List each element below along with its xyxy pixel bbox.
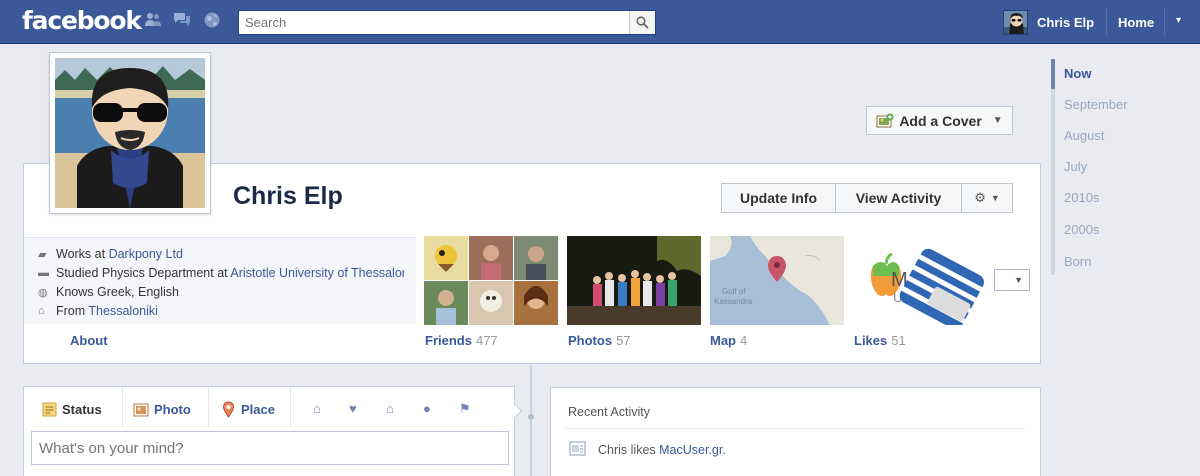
nav-divider: [1164, 8, 1165, 36]
friends-label[interactable]: Friends 477: [425, 333, 498, 348]
timeline-scrubber-indicator: [1051, 59, 1055, 89]
liked-page-link[interactable]: MacUser.gr.: [659, 443, 726, 457]
profile-action-buttons: Update Info View Activity ⚙ ▼: [721, 183, 1013, 213]
home-icon: ⌂: [38, 305, 45, 317]
account-menu-arrow-icon[interactable]: ▾: [1176, 15, 1181, 26]
chevron-down-icon: ▼: [992, 115, 1003, 126]
info-education: ▬ Studied Physics Department at Aristotl…: [38, 266, 404, 280]
svg-text:Gulf of: Gulf of: [722, 287, 746, 296]
tab-divider: [122, 387, 123, 427]
profile-name: Chris Elp: [233, 182, 343, 210]
facebook-logo[interactable]: facebook: [22, 6, 142, 35]
gear-icon: ⚙: [974, 190, 986, 205]
employer-link[interactable]: Darkpony Ltd: [109, 247, 183, 261]
timeline-item-august[interactable]: August: [1064, 128, 1104, 143]
search-button[interactable]: [629, 11, 655, 34]
chevron-down-icon: ▼: [1014, 275, 1023, 285]
search-box[interactable]: [238, 10, 656, 35]
more-sections-dropdown[interactable]: ▼: [994, 269, 1030, 291]
view-activity-button[interactable]: View Activity: [836, 184, 962, 212]
profile-picture: [55, 58, 205, 208]
likes-count: 51: [891, 333, 906, 348]
map-thumbnail[interactable]: Gulf of Kassandra: [710, 236, 844, 325]
likes-label[interactable]: Likes 51: [854, 333, 906, 348]
status-input[interactable]: [31, 431, 509, 465]
photo-icon: [876, 113, 894, 127]
svg-text:Kassandra: Kassandra: [714, 297, 753, 306]
timeline-item-2010s[interactable]: 2010s: [1064, 190, 1099, 205]
map-label[interactable]: Map 4: [710, 333, 747, 348]
tab-status[interactable]: Status: [42, 397, 102, 421]
life-event-health-icon[interactable]: ●: [423, 401, 431, 416]
user-profile-link[interactable]: Chris Elp: [1037, 15, 1094, 30]
briefcase-icon: ▰: [38, 249, 47, 261]
top-navigation-bar: facebook Chris Elp Home ▾: [0, 0, 1200, 44]
graduation-cap-icon: ▬: [38, 267, 49, 279]
add-cover-label: Add a Cover: [899, 112, 982, 129]
map-count: 4: [740, 333, 748, 348]
timeline-item-2000s[interactable]: 2000s: [1064, 222, 1099, 237]
info-languages: ◍ Knows Greek, English: [38, 285, 179, 299]
recent-activity-title: Recent Activity: [568, 405, 650, 419]
recent-activity-divider: [565, 428, 1025, 429]
timeline-item-now[interactable]: Now: [1064, 66, 1091, 81]
messages-icon[interactable]: [172, 11, 192, 31]
timeline-item-born[interactable]: Born: [1064, 254, 1091, 269]
photo-icon: [133, 403, 149, 416]
friends-count: 477: [475, 333, 498, 348]
nav-divider: [1106, 8, 1107, 36]
timeline-scrubber-track: [1051, 59, 1055, 275]
settings-menu-button[interactable]: ⚙ ▼: [962, 184, 1012, 212]
notifications-globe-icon[interactable]: [202, 11, 222, 31]
timeline-item-september[interactable]: September: [1064, 97, 1128, 112]
photos-count: 57: [616, 333, 631, 348]
life-event-work-icon[interactable]: ⌂: [313, 401, 321, 416]
recent-activity-item: Chris likes MacUser.gr.: [598, 443, 726, 457]
about-link[interactable]: About: [70, 333, 108, 348]
tab-photo[interactable]: Photo: [133, 397, 191, 421]
friend-requests-icon[interactable]: [143, 11, 163, 31]
info-hometown: ⌂ From Thessaloniki: [38, 304, 158, 318]
home-link[interactable]: Home: [1118, 15, 1154, 30]
update-info-button[interactable]: Update Info: [722, 184, 836, 212]
about-info-panel[interactable]: ▰ Works at Darkpony Ltd ▬ Studied Physic…: [24, 237, 416, 324]
search-icon: [636, 16, 649, 29]
tab-divider: [208, 387, 209, 427]
photos-thumbnail[interactable]: [567, 236, 701, 325]
recent-activity-card: [550, 387, 1041, 476]
timeline-item-july[interactable]: July: [1064, 159, 1087, 174]
add-cover-button[interactable]: Add a Cover ▼: [866, 106, 1013, 135]
tab-divider: [290, 387, 291, 427]
likes-thumbnail[interactable]: MA Use: [853, 236, 987, 325]
status-pencil-icon: [42, 402, 57, 416]
timeline-spine: [530, 365, 532, 476]
user-avatar[interactable]: [1003, 10, 1028, 35]
info-work: ▰ Works at Darkpony Ltd: [38, 247, 183, 261]
life-event-home-icon[interactable]: ⌂: [386, 401, 394, 416]
status-composer: Status Photo Place ⌂ ♥ ⌂ ● ⚑: [23, 386, 515, 476]
timeline-spine-dot: [528, 414, 534, 420]
like-page-icon: [569, 441, 586, 456]
school-link[interactable]: Aristotle University of Thessaloniki: [230, 266, 404, 280]
place-pin-icon: [222, 400, 235, 418]
life-event-relationship-icon[interactable]: ♥: [349, 401, 357, 416]
search-input[interactable]: [239, 11, 629, 34]
chevron-down-icon: ▼: [990, 193, 1000, 203]
friends-thumbnail[interactable]: [424, 236, 558, 325]
hometown-link[interactable]: Thessaloniki: [88, 304, 157, 318]
profile-picture-frame[interactable]: [49, 52, 211, 214]
photos-label[interactable]: Photos 57: [568, 333, 631, 348]
globe-icon: ◍: [38, 287, 48, 299]
tab-place[interactable]: Place: [221, 397, 275, 421]
life-event-milestone-flag-icon[interactable]: ⚑: [459, 401, 471, 417]
